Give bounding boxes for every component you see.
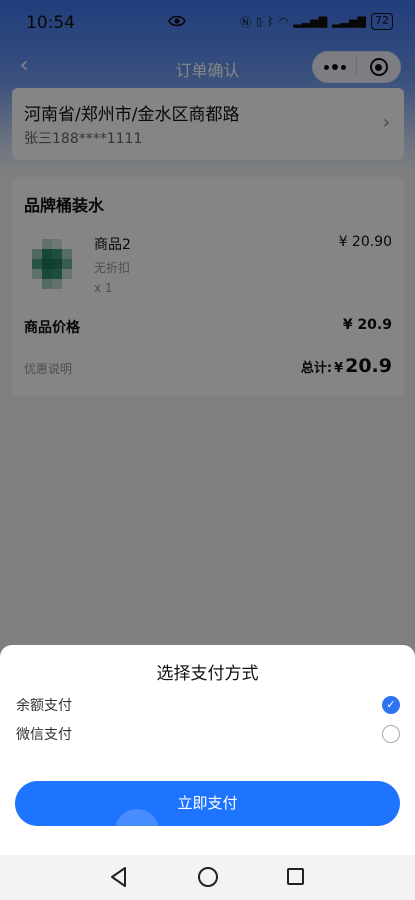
nav-back-icon[interactable]	[108, 866, 130, 888]
payment-option-wechat[interactable]: 微信支付	[16, 722, 402, 746]
nav-home-icon[interactable]	[198, 867, 218, 887]
radio-checked-icon[interactable]: ✓	[382, 696, 400, 714]
pay-now-label: 立即支付	[177, 794, 238, 812]
pay-now-button[interactable]: 立即支付	[15, 781, 400, 826]
nav-recents-icon[interactable]	[287, 868, 304, 885]
payment-option-label: 微信支付	[16, 727, 72, 743]
radio-unchecked-icon[interactable]	[382, 725, 400, 743]
sheet-title: 选择支付方式	[156, 664, 259, 684]
button-ripple-decoration	[115, 809, 159, 826]
payment-option-label: 余额支付	[16, 698, 72, 714]
system-navigation-bar	[0, 855, 415, 900]
payment-method-sheet: 选择支付方式 余额支付 ✓ 微信支付 立即支付	[0, 645, 415, 855]
payment-option-balance[interactable]: 余额支付 ✓	[16, 693, 402, 717]
order-confirm-page: 10:54 Ⓝ ▯ ᛒ ◠ ▂▃▅▇ ▂▃▅▇ 72 ‹ 订单确认 河南省/郑州…	[0, 0, 415, 900]
